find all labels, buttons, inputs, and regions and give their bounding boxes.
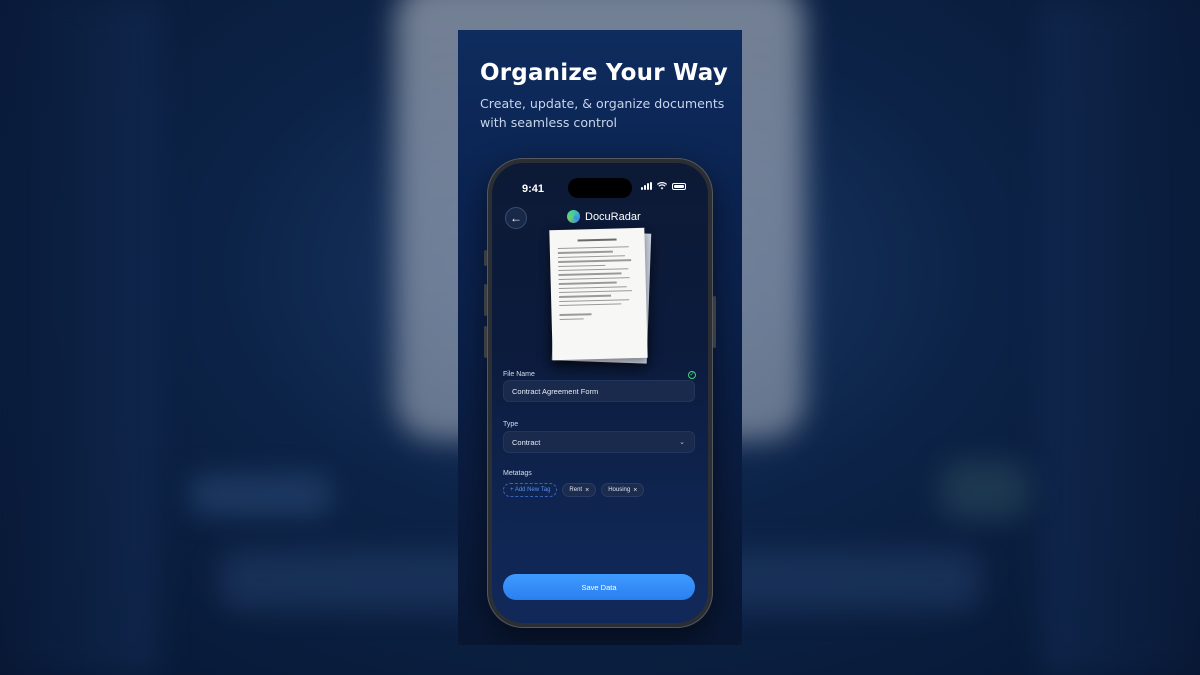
metatags-label: Metatags — [503, 470, 532, 477]
promo-card: Organize Your Way Create, update, & orga… — [458, 30, 742, 645]
phone-side-button — [484, 284, 487, 316]
battery-icon — [672, 182, 686, 190]
type-select-value: Contract — [512, 437, 541, 447]
brand-name: DocuRadar — [585, 210, 641, 223]
tag-chip: Housing × — [601, 483, 645, 497]
phone-side-button — [713, 296, 716, 348]
file-name-input[interactable]: Contract Agreement Form — [503, 380, 695, 402]
add-new-tag-button[interactable]: + Add New Tag — [503, 483, 558, 497]
chevron-down-icon: ⌄ — [679, 439, 685, 446]
tag-chip: Rent × — [562, 483, 597, 497]
arrow-left-icon: ← — [510, 211, 522, 225]
check-circle-icon: ✓ — [688, 371, 696, 379]
phone-side-button — [484, 326, 487, 358]
close-icon[interactable]: × — [585, 487, 589, 494]
close-icon[interactable]: × — [633, 487, 637, 494]
document-page-image — [549, 227, 648, 361]
metatags-list: + Add New Tag Rent × Housing × — [503, 483, 645, 497]
wifi-icon — [657, 182, 667, 190]
phone-frame: 9:41 ← DocuRadar File Name ✓ Contract Ag… — [484, 158, 716, 628]
app-screen: 9:41 ← DocuRadar File Name ✓ Contract Ag… — [492, 163, 708, 623]
status-icons — [641, 182, 686, 190]
background-blur-shape — [190, 475, 330, 515]
tag-label: Housing — [608, 487, 631, 493]
background-blur-left — [0, 0, 160, 675]
background-blur-shape — [940, 460, 1030, 520]
promo-subheadline: Create, update, & organize documents wit… — [480, 96, 725, 130]
status-time: 9:41 — [522, 183, 545, 195]
type-select[interactable]: Contract ⌄ — [503, 431, 695, 453]
phone-side-button — [484, 250, 487, 266]
cellular-signal-icon — [641, 182, 652, 190]
file-name-label: File Name — [503, 371, 535, 378]
save-data-button[interactable]: Save Data — [503, 574, 695, 600]
docuradar-logo-icon — [567, 210, 580, 223]
type-label: Type — [503, 421, 519, 428]
app-brand: DocuRadar — [567, 210, 641, 223]
document-preview[interactable] — [549, 227, 653, 364]
back-button[interactable]: ← — [505, 207, 527, 229]
background-blur-right — [1040, 0, 1200, 675]
tag-label: Rent — [569, 487, 583, 493]
promo-headline: Organize Your Way — [480, 60, 728, 86]
dynamic-island — [568, 178, 632, 198]
